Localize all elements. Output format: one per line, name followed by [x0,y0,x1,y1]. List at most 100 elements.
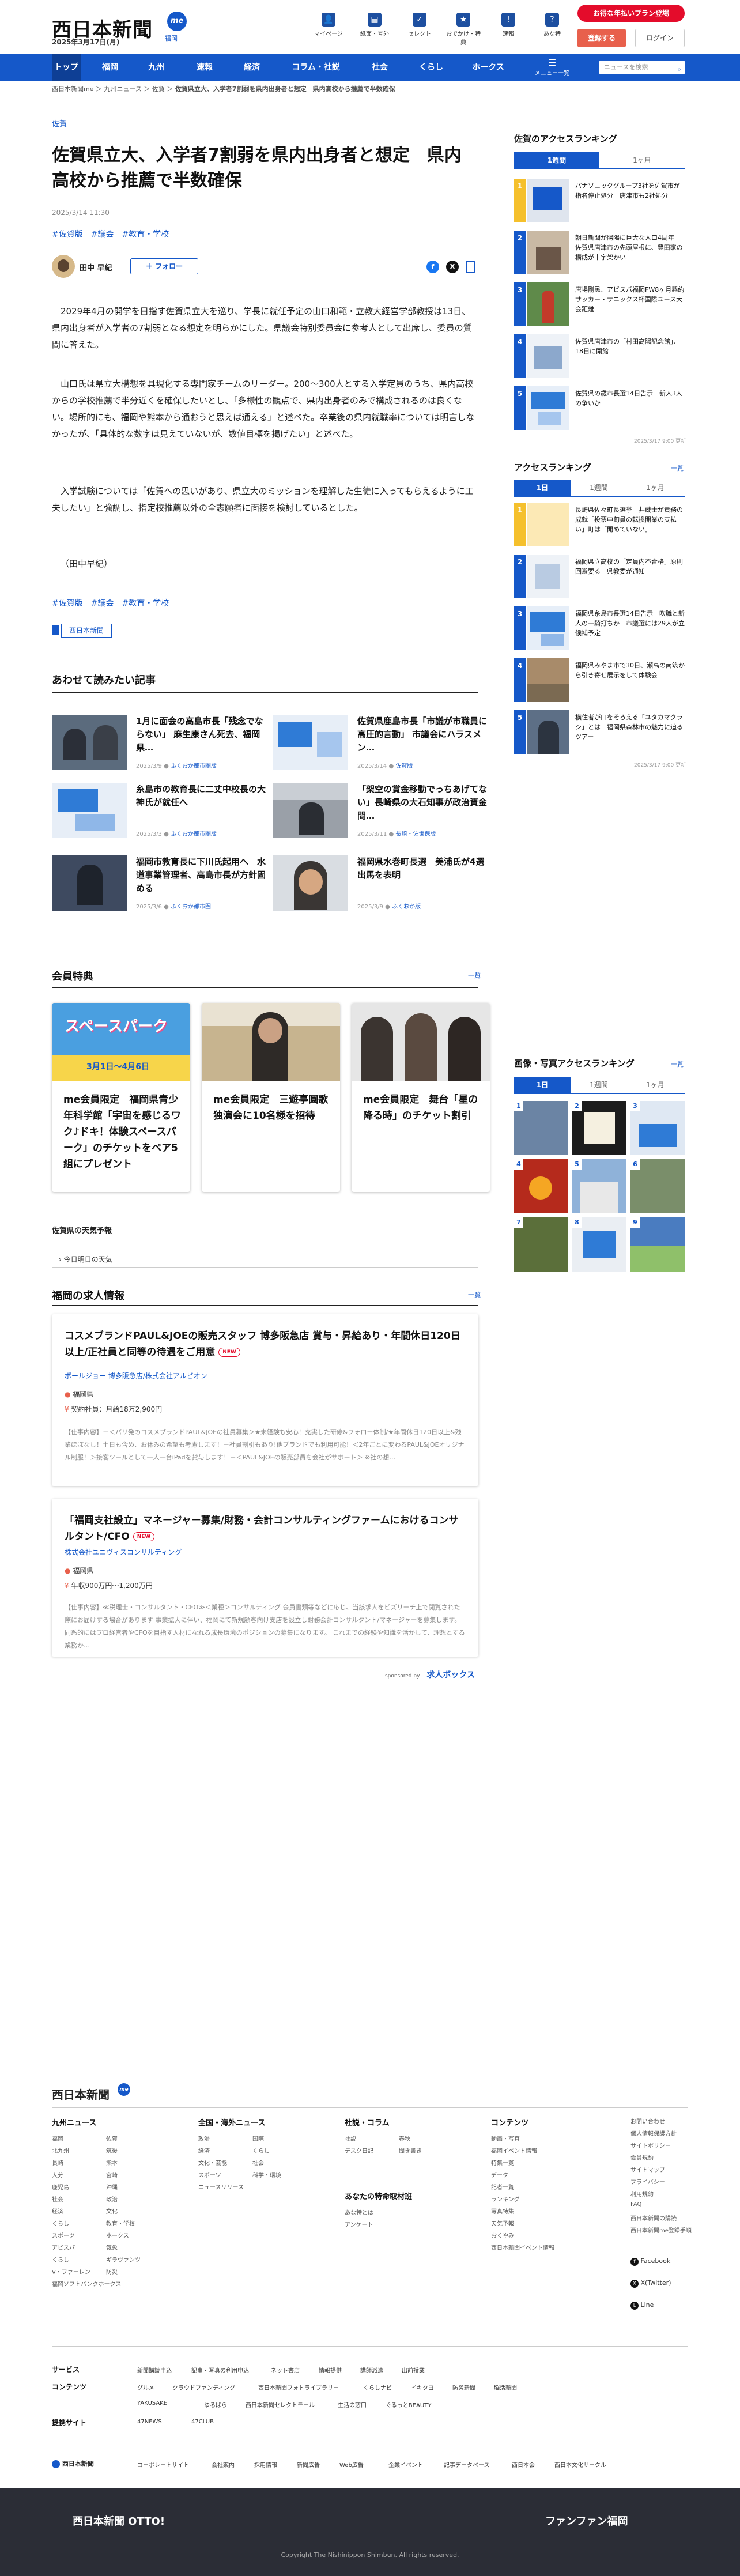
related-article[interactable]: 福岡県水巻町長選 美浦氏が4選出馬を表明 2025/3/9 ● ふくおか版 [273,855,492,913]
footer-row-link[interactable]: クラウドファンディング [172,2383,235,2392]
footer-corp-link[interactable]: 西日本文化サークル [554,2460,606,2469]
footer-row-link[interactable]: ゆるばら [204,2400,227,2409]
ranking-item[interactable]: 3 唐場剛民、アビスパ福岡FW8ヶ月懸約 サッカー・サニックス杯国際ユース大会距離 [514,282,685,326]
footer-link[interactable]: スポーツ [52,2231,75,2239]
footer-row-link[interactable]: 出前授業 [402,2366,425,2374]
tab-month[interactable]: 1ヶ月 [599,152,685,168]
footer-link[interactable]: 鹿児島 [52,2182,69,2191]
ranking-item[interactable]: 2 福岡県立高校の「定員内不合格」原則回避要る 県教委が通知 [514,555,685,598]
footer-link[interactable]: 文化 [106,2207,118,2215]
photo-rank-item[interactable]: 4 [514,1159,568,1213]
footer-link[interactable]: 天気予報 [491,2219,514,2227]
job-card[interactable]: コスメブランドPAUL&JOEの販売スタッフ 博多阪急店 賞与・昇給あり・年間休… [52,1314,478,1486]
footer-row-link[interactable]: 講師派遣 [360,2366,383,2374]
bookmark-icon[interactable] [466,261,475,273]
fanfan-logo[interactable]: ファンファン福岡 [545,2513,628,2528]
photo-rank-item[interactable]: 2 [572,1101,626,1155]
photo-rank-item[interactable]: 3 [630,1101,685,1155]
footer-row-link[interactable]: ぐるっとBEAUTY [386,2400,431,2409]
x-icon[interactable]: X [446,261,459,273]
nav-hawks[interactable]: ホークス [467,54,509,81]
footer-link[interactable]: 記者一覧 [491,2182,514,2191]
footer-link[interactable]: ニュースリリース [198,2182,244,2191]
footer-corp-link[interactable]: 会社案内 [212,2460,235,2469]
ranking-more-link[interactable]: 一覧 [671,463,684,473]
footer-row-link[interactable]: 防災新聞 [452,2383,475,2392]
breadcrumb-kyushu[interactable]: 九州ニュース [104,85,141,93]
nav-kyushu[interactable]: 九州 [142,54,171,81]
ranking-item[interactable]: 5 横住者が口をそろえる「ユタカマクラシ」とは 福岡県森林市の魅力に迫るツアー [514,710,685,754]
benefits-more-link[interactable]: 一覧 [468,971,481,980]
footer-link[interactable]: ホークス [106,2231,129,2239]
footer-link[interactable]: 政治 [198,2134,210,2143]
article-category[interactable]: 佐賀 [52,118,67,129]
ranking-item[interactable]: 4 福岡県みやま市で30日、瀬高の南筑から引き寄せ展示をして体験会 [514,658,685,702]
footer-row-link[interactable]: YAKUSAKE [137,2400,167,2407]
nav-economy[interactable]: 経済 [237,54,266,81]
footer-row-link[interactable]: 西日本新聞セレクトモール [246,2400,315,2409]
footer-row-link[interactable]: 西日本新聞フォトライブラリー [258,2383,339,2392]
select-link[interactable]: ✓ セレクト [402,13,437,37]
related-article[interactable]: 佐賀県鹿島市長「市議が市職員に高圧的言動」 市議会にハラスメン… 2025/3/… [273,715,492,772]
tag[interactable]: #教育・学校 [122,599,169,608]
breaking-link[interactable]: ! 速報 [491,13,526,37]
footer-link[interactable]: 文化・芸能 [198,2158,227,2167]
footer-link[interactable]: V・ファーレン [52,2267,90,2276]
register-button[interactable]: 登録する [577,29,626,47]
footer-link[interactable]: くらし [252,2146,270,2155]
ranking-item[interactable]: 4 佐賀県唐津市の「村田高陽記念館」、18日に開館 [514,334,685,378]
tag[interactable]: #議会 [91,230,114,239]
footer-link[interactable]: 社会 [252,2158,264,2167]
footer-side-link[interactable]: 西日本新聞の購読 [630,2213,677,2222]
footer-link[interactable]: 福岡 [52,2134,63,2143]
tab-day[interactable]: 1日 [514,1077,571,1093]
footer-link[interactable]: 春秋 [399,2134,410,2143]
ranking-item[interactable]: 1 長崎県佐々町長選挙 井蔵士が責務の成就「投票中旬員の転換開業の支払い」町は「開… [514,503,685,546]
footer-corp-link[interactable]: 採用情報 [254,2460,277,2469]
photo-ranking-more-link[interactable]: 一覧 [671,1059,684,1069]
footer-link[interactable]: 社会 [52,2194,63,2203]
footer-link[interactable]: 長崎 [52,2158,63,2167]
benefit-card[interactable]: me会員限定 三遊亭圓歌独演会に10名様を招待 [202,1003,340,1192]
tag[interactable]: #教育・学校 [122,230,169,239]
footer-side-link[interactable]: 利用規約 [630,2189,654,2198]
footer-corp-link[interactable]: コーポレートサイト [137,2460,189,2469]
footer-row-link[interactable]: 脳活新聞 [494,2383,517,2392]
jobs-more-link[interactable]: 一覧 [468,1290,481,1299]
sponsor[interactable]: sponsored by 求人ボックス [363,1668,478,1682]
related-article[interactable]: 1月に面会の高島市長「残念でならない」 麻生康さん死去、福岡県… 2025/3/… [52,715,271,772]
mypage-link[interactable]: 👤 マイページ [311,13,346,37]
nav-column[interactable]: コラム・社説 [286,54,346,81]
tag[interactable]: #佐賀版 [52,230,83,239]
photo-rank-item[interactable]: 5 [572,1159,626,1213]
breadcrumb-home[interactable]: 西日本新聞me [52,85,93,93]
footer-corp-link[interactable]: 記事データベース [444,2460,490,2469]
outing-link[interactable]: ★ おでかけ・特典 [446,13,481,46]
ranking-item[interactable]: 1 パナソニックグループ3社を佐賀市が指名停止処分 唐津市も2社処分 [514,179,685,222]
footer-link[interactable]: 福岡ソフトバンクホークス [52,2279,121,2288]
paper-link[interactable]: ▤ 紙面・号外 [357,13,392,37]
footer-link[interactable]: デスク日記 [345,2146,373,2155]
footer-link[interactable]: 経済 [52,2207,63,2215]
author-name[interactable]: 田中 早紀 [80,262,112,273]
tab-week[interactable]: 1週間 [571,480,627,496]
benefit-card[interactable]: me会員限定 舞台「星の降る時」のチケット割引 [352,1003,490,1192]
footer-side-link[interactable]: サイトポリシー [630,2141,671,2149]
related-article[interactable]: 福岡市教育長に下川氏起用へ 水道事業管理者、高島市長が方針固める 2025/3/… [52,855,271,913]
footer-link[interactable]: 宮崎 [106,2170,118,2179]
footer-row-link[interactable]: 47CLUB [191,2419,214,2425]
corp-logo[interactable]: 西日本新聞 [52,2459,94,2468]
footer-side-link[interactable]: 個人情報保護方針 [630,2129,677,2137]
footer-link[interactable]: 福岡イベント情報 [491,2146,537,2155]
related-article[interactable]: 「架空の賞金移動でっちあげてない」長崎県の大石知事が政治資金問… 2025/3/… [273,783,492,840]
tag[interactable]: #佐賀版 [52,599,83,608]
footer-row-link[interactable]: ネット書店 [271,2366,300,2374]
footer-row-link[interactable]: イキタヨ [411,2383,434,2392]
annual-plan-button[interactable]: お得な年払いプラン登場 [577,5,685,22]
footer-link[interactable]: 佐賀 [106,2134,118,2143]
footer-link[interactable]: 写真特集 [491,2207,514,2215]
footer-corp-link[interactable]: 西日本会 [512,2460,535,2469]
photo-rank-item[interactable]: 9 [630,1217,685,1272]
footer-row-link[interactable]: 生活の窓口 [338,2400,367,2409]
footer-row-link[interactable]: 新聞購読申込 [137,2366,172,2374]
